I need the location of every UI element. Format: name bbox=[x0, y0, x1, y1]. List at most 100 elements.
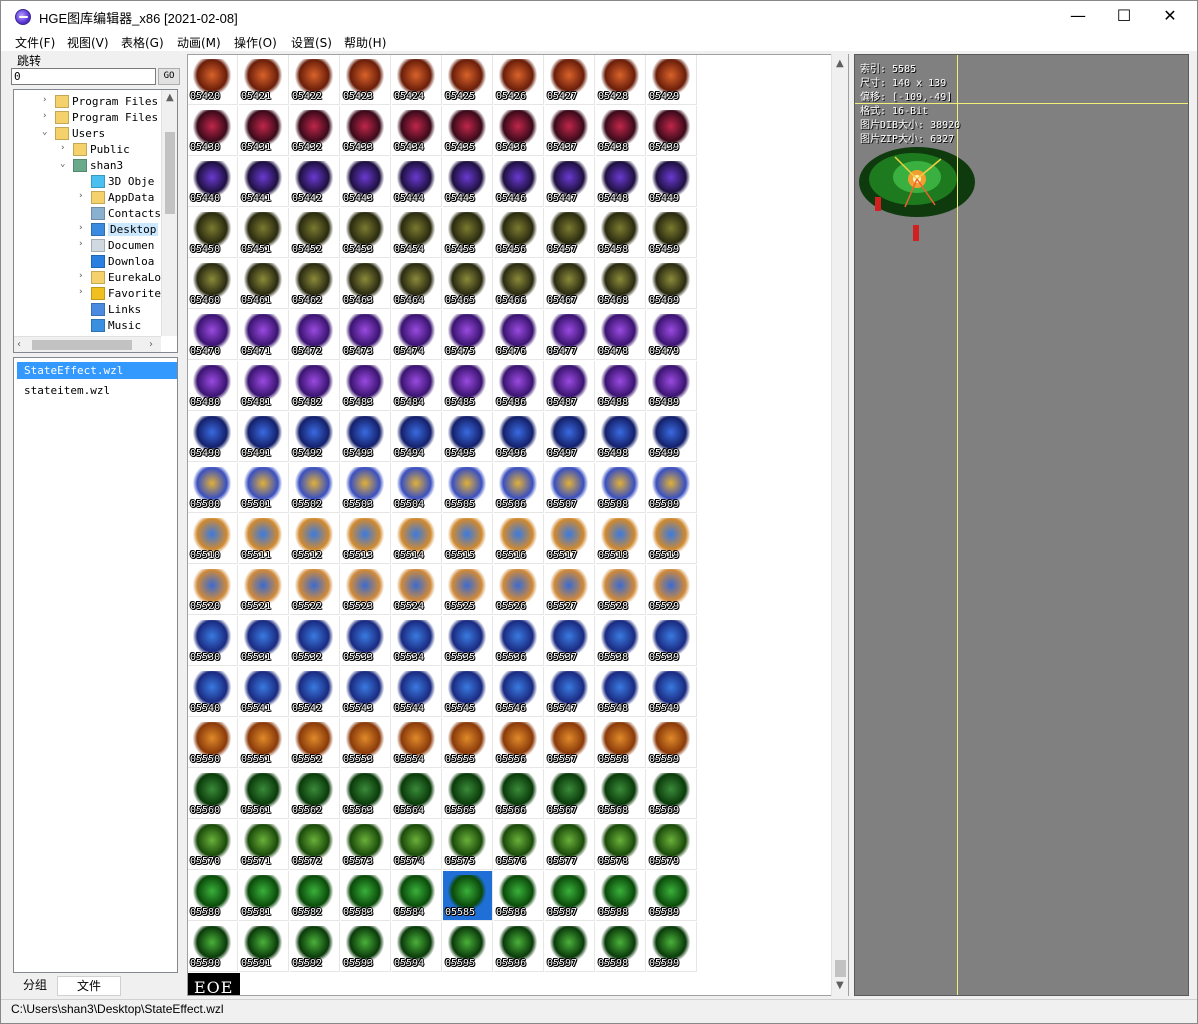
sprite-cell[interactable]: 05542 bbox=[290, 667, 340, 717]
sprite-cell[interactable]: 05495 bbox=[443, 412, 493, 462]
sprite-cell[interactable]: 05486 bbox=[494, 361, 544, 411]
sprite-cell[interactable]: 05551 bbox=[239, 718, 289, 768]
sprite-cell[interactable]: 05434 bbox=[392, 106, 442, 156]
sprite-cell[interactable]: 05558 bbox=[596, 718, 646, 768]
sprite-cell[interactable]: 05515 bbox=[443, 514, 493, 564]
sprite-cell[interactable]: 05477 bbox=[545, 310, 595, 360]
sprite-cell[interactable]: 05514 bbox=[392, 514, 442, 564]
minimize-button[interactable]: — bbox=[1055, 1, 1101, 33]
sprite-cell[interactable]: 05562 bbox=[290, 769, 340, 819]
menu-file[interactable]: 文件(F) bbox=[15, 34, 55, 51]
sprite-cell[interactable]: 05447 bbox=[545, 157, 595, 207]
sprite-cell[interactable]: 05511 bbox=[239, 514, 289, 564]
sprite-cell[interactable]: 05499 bbox=[647, 412, 697, 462]
sprite-cell[interactable]: 05525 bbox=[443, 565, 493, 615]
sprite-cell[interactable]: 05492 bbox=[290, 412, 340, 462]
sprite-cell[interactable]: 05594 bbox=[392, 922, 442, 972]
sprite-cell[interactable]: 05429 bbox=[647, 55, 697, 105]
sprite-cell[interactable]: 05519 bbox=[647, 514, 697, 564]
sprite-cell[interactable]: 05483 bbox=[341, 361, 391, 411]
sprite-cell[interactable]: 05547 bbox=[545, 667, 595, 717]
sprite-cell[interactable]: 05480 bbox=[188, 361, 238, 411]
sprite-cell[interactable]: 05474 bbox=[392, 310, 442, 360]
sprite-cell[interactable]: 05522 bbox=[290, 565, 340, 615]
title-bar[interactable]: HGE图库编辑器_x86 [2021-02-08] — ☐ ✕ bbox=[1, 1, 1197, 33]
sprite-cell[interactable]: 05554 bbox=[392, 718, 442, 768]
tree-vertical-scrollbar[interactable]: ▲ bbox=[161, 90, 177, 336]
sprite-cell[interactable]: 05582 bbox=[290, 871, 340, 921]
sprite-cell[interactable]: 05561 bbox=[239, 769, 289, 819]
sprite-cell[interactable]: 05460 bbox=[188, 259, 238, 309]
tab-files[interactable]: 文件 bbox=[57, 976, 121, 996]
sprite-cell[interactable]: 05588 bbox=[596, 871, 646, 921]
sprite-cell[interactable]: 05590 bbox=[188, 922, 238, 972]
sprite-cell[interactable]: 05512 bbox=[290, 514, 340, 564]
file-list-item[interactable]: stateitem.wzl bbox=[17, 382, 177, 399]
sprite-cell[interactable]: 05441 bbox=[239, 157, 289, 207]
sprite-cell[interactable]: 05430 bbox=[188, 106, 238, 156]
sprite-cell[interactable]: 05427 bbox=[545, 55, 595, 105]
sprite-cell[interactable]: 05461 bbox=[239, 259, 289, 309]
sprite-cell[interactable]: 05520 bbox=[188, 565, 238, 615]
sprite-cell[interactable]: 05468 bbox=[596, 259, 646, 309]
scroll-down-icon[interactable]: ▼ bbox=[836, 980, 844, 991]
sprite-cell[interactable]: 05501 bbox=[239, 463, 289, 513]
partial-sprite-thumbnail[interactable]: EOE bbox=[188, 973, 240, 995]
tree-expander-icon[interactable]: › bbox=[60, 143, 70, 153]
folder-tree[interactable]: › Program Files › Program Files ⌄ Users › Publi… bbox=[13, 89, 178, 353]
sprite-cell[interactable]: 05494 bbox=[392, 412, 442, 462]
sprite-cell[interactable]: 05453 bbox=[341, 208, 391, 258]
sprite-cell[interactable]: 05471 bbox=[239, 310, 289, 360]
sprite-cell[interactable]: 05458 bbox=[596, 208, 646, 258]
tree-expander-icon[interactable]: › bbox=[78, 271, 88, 281]
grid-scroll-thumb[interactable] bbox=[835, 960, 846, 977]
sprite-cell[interactable]: 05472 bbox=[290, 310, 340, 360]
sprite-preview[interactable]: 索引: 5585 尺寸: 140 x 139 偏移: [-109,-49] 格式… bbox=[854, 54, 1189, 996]
sprite-cell[interactable]: 05564 bbox=[392, 769, 442, 819]
sprite-cell[interactable]: 05543 bbox=[341, 667, 391, 717]
sprite-grid[interactable]: 05420 05421 05422 05423 05424 05425 05426 05427… bbox=[187, 54, 849, 996]
sprite-cell[interactable]: 05587 bbox=[545, 871, 595, 921]
sprite-cell[interactable]: 05423 bbox=[341, 55, 391, 105]
sprite-cell[interactable]: 05521 bbox=[239, 565, 289, 615]
sprite-cell[interactable]: 05580 bbox=[188, 871, 238, 921]
sprite-cell[interactable]: 05510 bbox=[188, 514, 238, 564]
tree-horizontal-scrollbar[interactable]: ‹ › bbox=[14, 336, 161, 352]
tree-expander-icon[interactable]: › bbox=[42, 95, 52, 105]
sprite-cell[interactable]: 05438 bbox=[596, 106, 646, 156]
sprite-cell[interactable]: 05560 bbox=[188, 769, 238, 819]
sprite-cell[interactable]: 05539 bbox=[647, 616, 697, 666]
sprite-cell[interactable]: 05446 bbox=[494, 157, 544, 207]
sprite-cell[interactable]: 05432 bbox=[290, 106, 340, 156]
tree-hscroll-thumb[interactable] bbox=[32, 340, 132, 350]
sprite-cell[interactable]: 05482 bbox=[290, 361, 340, 411]
sprite-cell[interactable]: 05450 bbox=[188, 208, 238, 258]
tree-scroll-thumb[interactable] bbox=[165, 132, 175, 214]
menu-operation[interactable]: 操作(O) bbox=[234, 34, 277, 51]
sprite-cell[interactable]: 05505 bbox=[443, 463, 493, 513]
sprite-cell[interactable]: 05593 bbox=[341, 922, 391, 972]
sprite-cell[interactable]: 05544 bbox=[392, 667, 442, 717]
sprite-cell[interactable]: 05550 bbox=[188, 718, 238, 768]
scroll-right-icon[interactable]: › bbox=[149, 339, 153, 350]
sprite-cell[interactable]: 05498 bbox=[596, 412, 646, 462]
menu-view[interactable]: 视图(V) bbox=[67, 34, 109, 51]
sprite-cell[interactable]: 05538 bbox=[596, 616, 646, 666]
scroll-up-icon[interactable]: ▲ bbox=[836, 58, 844, 69]
sprite-cell[interactable]: 05456 bbox=[494, 208, 544, 258]
sprite-cell[interactable]: 05493 bbox=[341, 412, 391, 462]
sprite-cell[interactable]: 05579 bbox=[647, 820, 697, 870]
sprite-cell[interactable]: 05532 bbox=[290, 616, 340, 666]
sprite-cell[interactable]: 05568 bbox=[596, 769, 646, 819]
tree-expander-icon[interactable]: › bbox=[42, 111, 52, 121]
sprite-cell[interactable]: 05504 bbox=[392, 463, 442, 513]
sprite-cell[interactable]: 05546 bbox=[494, 667, 544, 717]
sprite-cell[interactable]: 05440 bbox=[188, 157, 238, 207]
sprite-cell[interactable]: 05516 bbox=[494, 514, 544, 564]
sprite-cell[interactable]: 05455 bbox=[443, 208, 493, 258]
sprite-cell[interactable]: 05585 bbox=[443, 871, 493, 921]
sprite-cell[interactable]: 05445 bbox=[443, 157, 493, 207]
sprite-cell[interactable]: 05597 bbox=[545, 922, 595, 972]
jump-index-input[interactable]: 0 bbox=[11, 68, 156, 85]
sprite-cell[interactable]: 05436 bbox=[494, 106, 544, 156]
